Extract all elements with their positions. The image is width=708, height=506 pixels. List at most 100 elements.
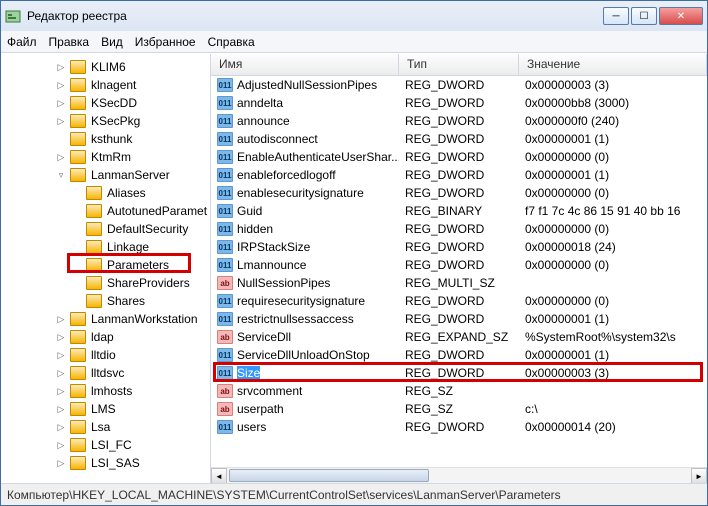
expand-icon[interactable]: ▷ [55, 98, 67, 109]
folder-icon [70, 384, 86, 398]
horizontal-scrollbar[interactable]: ◄ ► [211, 467, 707, 483]
expand-icon[interactable]: ▷ [55, 458, 67, 469]
tree-item[interactable]: Linkage [1, 238, 210, 256]
scroll-thumb[interactable] [229, 469, 429, 482]
tree-item[interactable]: DefaultSecurity [1, 220, 210, 238]
tree-item[interactable]: ▷Lsa [1, 418, 210, 436]
scroll-left-button[interactable]: ◄ [211, 468, 227, 483]
col-name[interactable]: Имя [211, 54, 399, 75]
value-row[interactable]: 011GuidREG_BINARYf7 f1 7c 4c 86 15 91 40… [211, 202, 707, 220]
value-name: anndelta [237, 96, 283, 110]
tree-item[interactable]: ▷lmhosts [1, 382, 210, 400]
value-row[interactable]: 011LmannounceREG_DWORD0x00000000 (0) [211, 256, 707, 274]
value-row[interactable]: 011hiddenREG_DWORD0x00000000 (0) [211, 220, 707, 238]
list-body[interactable]: 011AdjustedNullSessionPipesREG_DWORD0x00… [211, 76, 707, 467]
tree-item[interactable]: ▷ LSI_FC [1, 436, 210, 454]
tree-item[interactable]: ▷KSecPkg [1, 112, 210, 130]
expand-icon[interactable]: ▷ [55, 314, 67, 325]
value-row[interactable]: abuserpathREG_SZc:\ [211, 400, 707, 418]
expand-icon[interactable]: ▷ [55, 440, 67, 451]
value-row[interactable]: 011AdjustedNullSessionPipesREG_DWORD0x00… [211, 76, 707, 94]
expand-icon[interactable]: ▷ [55, 368, 67, 379]
tree-item[interactable]: ksthunk [1, 130, 210, 148]
value-row[interactable]: abNullSessionPipesREG_MULTI_SZ [211, 274, 707, 292]
tree-item[interactable]: ▿LanmanServer [1, 166, 210, 184]
window-title: Редактор реестра [27, 9, 603, 23]
scroll-track[interactable] [227, 468, 691, 483]
tree-item-label: AutotunedParamet [105, 204, 209, 218]
value-row[interactable]: 011EnableAuthenticateUserShar...REG_DWOR… [211, 148, 707, 166]
value-row[interactable]: absrvcommentREG_SZ [211, 382, 707, 400]
string-value-icon: ab [217, 402, 233, 416]
expand-icon[interactable]: ▷ [55, 404, 67, 415]
expand-icon[interactable]: ▷ [55, 350, 67, 361]
binary-value-icon: 011 [217, 240, 233, 254]
tree-item[interactable]: ▷KSecDD [1, 94, 210, 112]
tree-view[interactable]: ▷ KLIM6 ▷klnagent▷KSecDD▷KSecPkgksthunk▷Kt… [1, 54, 211, 483]
tree-item[interactable]: ▷LSI_SAS [1, 454, 210, 472]
tree-item[interactable]: ▷lltdsvc [1, 364, 210, 382]
value-row[interactable]: 011restrictnullsessaccessREG_DWORD0x0000… [211, 310, 707, 328]
col-value[interactable]: Значение [519, 54, 707, 75]
tree-item[interactable]: ShareProviders [1, 274, 210, 292]
value-type: REG_DWORD [399, 222, 519, 236]
tree-item[interactable]: ▷klnagent [1, 76, 210, 94]
tree-item-label: KLIM6 [89, 60, 128, 74]
value-row[interactable]: abServiceDllREG_EXPAND_SZ%SystemRoot%\sy… [211, 328, 707, 346]
value-row[interactable]: 011autodisconnectREG_DWORD0x00000001 (1) [211, 130, 707, 148]
value-name: users [237, 420, 266, 434]
expand-icon[interactable]: ▷ [55, 152, 67, 163]
value-row[interactable]: 011enablesecuritysignatureREG_DWORD0x000… [211, 184, 707, 202]
folder-icon [70, 150, 86, 164]
tree-item[interactable]: Parameters [1, 256, 210, 274]
expand-icon[interactable]: ▷ [55, 116, 67, 127]
tree-item[interactable]: AutotunedParamet [1, 202, 210, 220]
value-type: REG_DWORD [399, 168, 519, 182]
tree-item[interactable]: ▷ldap [1, 328, 210, 346]
value-row[interactable]: 011ServiceDllUnloadOnStopREG_DWORD0x0000… [211, 346, 707, 364]
value-row[interactable]: 011IRPStackSizeREG_DWORD0x00000018 (24) [211, 238, 707, 256]
tree-item[interactable]: ▷ LanmanWorkstation [1, 310, 210, 328]
expand-icon[interactable]: ▷ [55, 386, 67, 397]
value-type: REG_DWORD [399, 258, 519, 272]
value-row[interactable]: 011enableforcedlogoffREG_DWORD0x00000001… [211, 166, 707, 184]
value-row[interactable]: 011SizeREG_DWORD0x00000003 (3) [211, 364, 707, 382]
tree-item[interactable]: ▷KtmRm [1, 148, 210, 166]
value-data: 0x00000001 (1) [519, 312, 707, 326]
maximize-button[interactable]: ☐ [631, 7, 657, 25]
scroll-right-button[interactable]: ► [691, 468, 707, 483]
tree-item-label: LMS [89, 402, 118, 416]
value-row[interactable]: 011anndeltaREG_DWORD0x00000bb8 (3000) [211, 94, 707, 112]
binary-value-icon: 011 [217, 96, 233, 110]
value-row[interactable]: 011usersREG_DWORD0x00000014 (20) [211, 418, 707, 436]
list-header[interactable]: Имя Тип Значение [211, 54, 707, 76]
expand-icon[interactable]: ▷ [55, 332, 67, 343]
menu-favorites[interactable]: Избранное [135, 35, 196, 49]
value-row[interactable]: 011requiresecuritysignatureREG_DWORD0x00… [211, 292, 707, 310]
tree-item[interactable]: Aliases [1, 184, 210, 202]
expand-icon[interactable]: ▷ [55, 422, 67, 433]
value-name: srvcomment [237, 384, 302, 398]
menu-view[interactable]: Вид [101, 35, 123, 49]
menu-help[interactable]: Справка [208, 35, 255, 49]
expand-icon[interactable]: ▷ [55, 62, 67, 73]
menu-edit[interactable]: Правка [49, 35, 90, 49]
value-name: NullSessionPipes [237, 276, 330, 290]
col-type[interactable]: Тип [399, 54, 519, 75]
collapse-icon[interactable]: ▿ [55, 170, 67, 181]
tree-item[interactable]: ▷lltdio [1, 346, 210, 364]
menu-bar: Файл Правка Вид Избранное Справка [1, 31, 707, 53]
tree-item[interactable]: ▷ LMS [1, 400, 210, 418]
tree-item-label: LSI_FC [89, 438, 134, 452]
value-type: REG_DWORD [399, 294, 519, 308]
expand-icon[interactable]: ▷ [55, 80, 67, 91]
tree-item-label: LanmanWorkstation [89, 312, 200, 326]
tree-item[interactable]: Shares [1, 292, 210, 310]
value-row[interactable]: 011announceREG_DWORD0x000000f0 (240) [211, 112, 707, 130]
menu-file[interactable]: Файл [7, 35, 37, 49]
tree-item[interactable]: ▷ KLIM6 [1, 58, 210, 76]
value-type: REG_DWORD [399, 348, 519, 362]
minimize-button[interactable]: ─ [603, 7, 629, 25]
titlebar[interactable]: Редактор реестра ─ ☐ ✕ [1, 1, 707, 31]
close-button[interactable]: ✕ [659, 7, 703, 25]
